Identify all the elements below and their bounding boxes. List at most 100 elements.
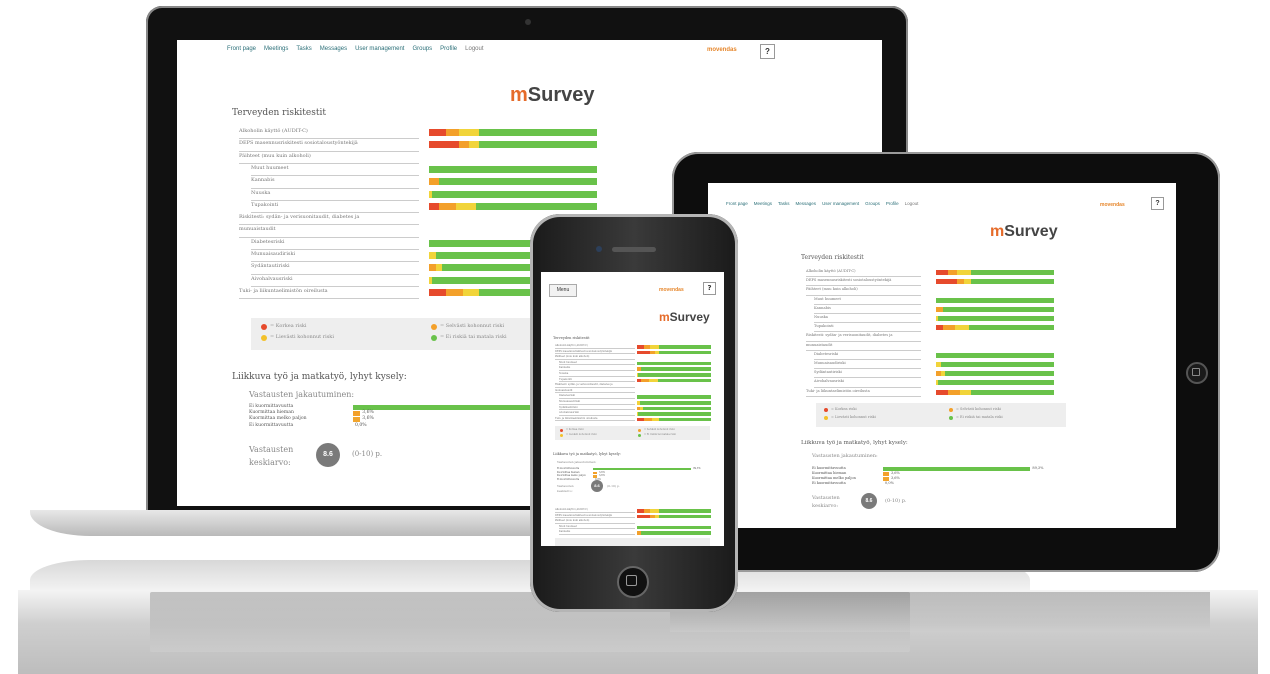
legend-dot — [261, 324, 267, 330]
risk-row-divider — [251, 199, 419, 201]
tablet-nav-logout[interactable]: Logout — [905, 201, 919, 206]
nav-tasks[interactable]: Tasks — [296, 46, 311, 52]
risk-row-label: DEPS masennusriskitesti sosiotaloustyönt… — [806, 278, 892, 283]
risk-row-label: Sydäntautiriski — [814, 370, 842, 375]
phone-camera — [596, 246, 602, 252]
risk-bar-segment — [936, 306, 944, 312]
nav-logout[interactable]: Logout — [465, 46, 483, 52]
distribution-percent: 3,6% — [362, 416, 374, 422]
risk-row-divider — [806, 285, 921, 287]
risk-bar — [637, 525, 711, 530]
risk-row-label: Diabetesriski — [251, 238, 285, 245]
risk-bar — [936, 279, 1054, 285]
distribution-percent: 3,6% — [890, 471, 900, 475]
company-logo: movendas — [707, 47, 737, 53]
risk-bar-segment — [659, 350, 711, 355]
tablet-nav-front-page[interactable]: Front page — [726, 201, 748, 206]
tablet-avg-scale: (0-10) p. — [885, 498, 907, 504]
tablet-nav-meetings[interactable]: Meetings — [754, 201, 772, 206]
tablet-nav-user-management[interactable]: User management — [822, 201, 859, 206]
tablet-nav-profile[interactable]: Profile — [886, 201, 899, 206]
section2-subtitle: Vastausten jakautuminen: — [249, 390, 355, 399]
risk-bar-segment — [648, 378, 658, 383]
risk-row-label: Tuki- ja liikuntaelimistön oireilusta — [239, 287, 328, 294]
help-button[interactable]: ? — [760, 44, 775, 59]
risk-row-label: Aivohalvausriski — [814, 379, 844, 384]
risk-row-divider — [555, 353, 635, 355]
risk-row-divider — [251, 273, 419, 275]
legend-label: = Korkea riski — [566, 428, 584, 431]
phone-home-icon — [626, 575, 637, 586]
distribution-label: Kuormittaa melko paljon — [812, 476, 856, 480]
legend-label: = Ei riskiä tai matala riski — [956, 415, 1003, 419]
section1-title: Terveyden riskitestit — [232, 108, 326, 118]
distribution-percent: 89,3% — [1032, 466, 1044, 470]
phone-screen: Menu movendas ? mSurvey Terveyden riskit… — [541, 272, 724, 546]
risk-bar-segment — [479, 129, 597, 136]
risk-row-label: Munuaisaudiriski — [251, 251, 296, 257]
nav-messages[interactable]: Messages — [320, 46, 347, 52]
risk-bar — [637, 373, 711, 377]
risk-bar — [936, 325, 1054, 331]
risk-row-label: Sydäntautiriski — [559, 405, 578, 409]
tablet-nav-tasks[interactable]: Tasks — [778, 201, 790, 206]
nav-groups[interactable]: Groups — [412, 46, 432, 52]
legend-dot — [560, 429, 563, 432]
risk-bar-segment — [638, 373, 711, 377]
risk-bar-segment — [637, 514, 651, 519]
risk-bar — [637, 350, 711, 355]
risk-bar-segment — [947, 389, 960, 395]
nav-profile[interactable]: Profile — [440, 46, 457, 52]
risk-bar-segment — [651, 417, 660, 422]
legend-dot — [560, 434, 563, 437]
phone-speaker — [612, 247, 656, 252]
distribution-bar — [353, 411, 361, 417]
risk-row-label: Kannabis — [559, 530, 571, 534]
risk-row-divider — [239, 138, 419, 140]
risk-bar-segment — [637, 525, 711, 530]
risk-bar-segment — [439, 202, 456, 210]
nav-front-page[interactable]: Front page — [227, 46, 256, 52]
tablet-home-icon — [1192, 368, 1200, 376]
risk-row-divider — [251, 249, 419, 250]
tablet-screen: Front page Meetings Tasks Messages User … — [708, 183, 1176, 528]
nav-user-management[interactable]: User management — [355, 46, 404, 52]
legend-dot — [261, 335, 267, 341]
tablet-nav-messages[interactable]: Messages — [796, 201, 817, 206]
laptop-camera — [525, 19, 531, 25]
risk-bar-segment — [429, 178, 440, 186]
phone-menu-button[interactable]: Menu — [549, 284, 577, 297]
risk-bar-segment — [971, 389, 1054, 395]
legend-label: = Lievästi kohonnut riski — [566, 433, 597, 436]
risk-row-label: Aivohalvausriski — [559, 411, 579, 415]
phone-help-button[interactable]: ? — [703, 282, 716, 295]
tablet-nav-groups[interactable]: Groups — [865, 201, 880, 206]
risk-bar-segment — [429, 252, 436, 259]
nav-meetings[interactable]: Meetings — [264, 46, 288, 52]
risk-bar-segment — [641, 531, 711, 535]
risk-row-label: DEPS masennusriskitesti sosiotaloustyönt… — [239, 140, 358, 147]
tablet-nav: Front page Meetings Tasks Messages User … — [708, 183, 1176, 210]
distribution-label: Ei kuormittavuutta — [812, 466, 846, 470]
phone-section1-title: Terveyden riskitestit — [553, 336, 590, 340]
distribution-percent: 3,6% — [362, 410, 374, 416]
distribution-bar — [593, 471, 597, 474]
distribution-label: Ei kuormittavuutta — [557, 477, 580, 481]
risk-bar — [936, 389, 1054, 395]
risk-bar-segment — [439, 178, 597, 186]
legend-label: = Selvästi kohonnut riski — [644, 428, 675, 431]
risk-row-label: Alkoholin käyttö (AUDIT-C) — [555, 344, 588, 347]
risk-row-label: Riskitesti: sydän- ja verisuonitaudit, d… — [555, 383, 613, 387]
legend-dot — [824, 408, 828, 412]
risk-bar-segment — [644, 417, 652, 422]
risk-bar — [429, 190, 597, 198]
legend-dot — [638, 429, 641, 432]
risk-row-label: Päihteet (muu kuin alkoholi) — [555, 519, 590, 523]
tablet-help-button[interactable]: ? — [1151, 197, 1164, 210]
risk-bar-segment — [971, 279, 1054, 285]
risk-row-label: munuaistaudit — [555, 388, 573, 392]
risk-row-divider — [559, 414, 635, 416]
risk-row-label: Tupakointi — [251, 201, 279, 208]
phone-section2-subtitle: Vastausten jakautuminen: — [557, 460, 597, 464]
risk-row-label: Päihteet (muu kuin alkoholi) — [239, 152, 311, 159]
